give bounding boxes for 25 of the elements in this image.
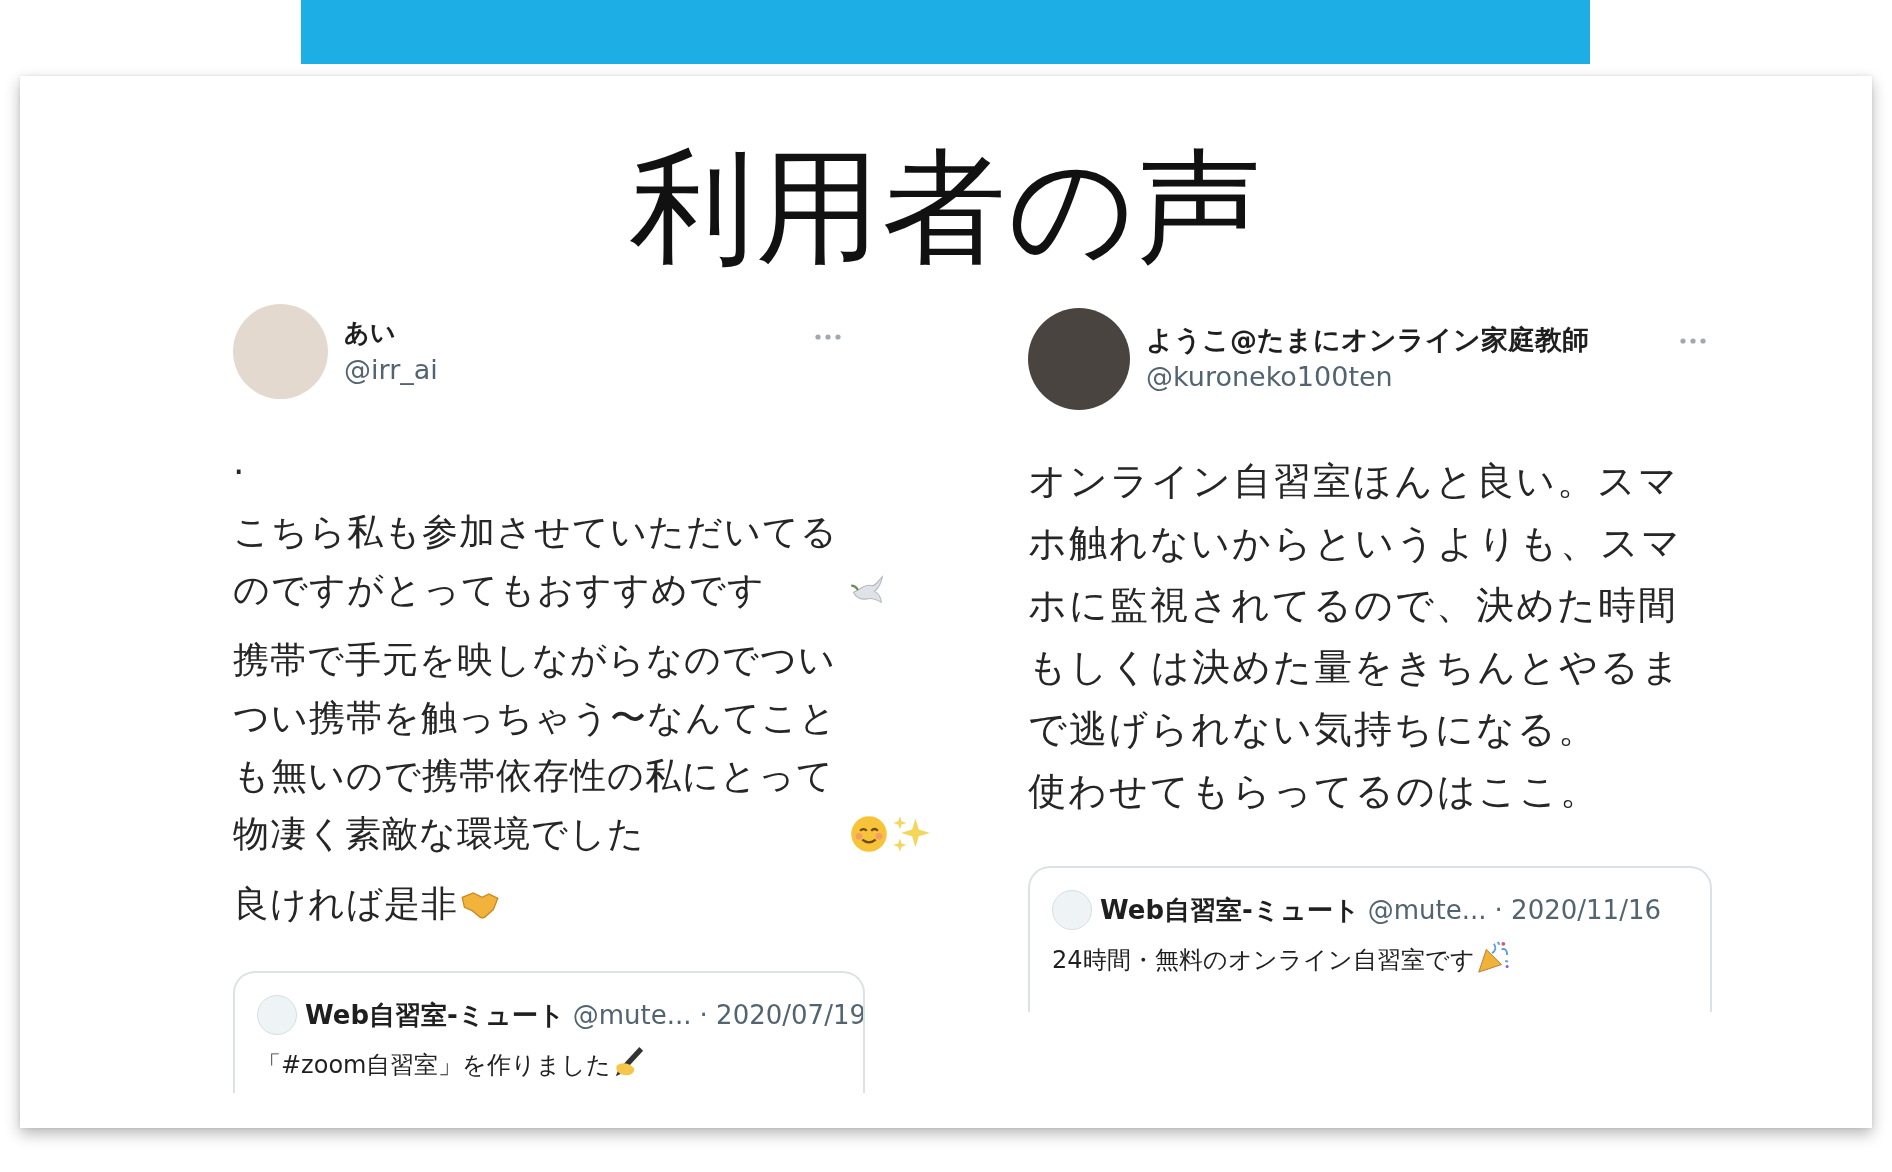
- author-name: Web自習室-ミュート: [1100, 893, 1360, 927]
- author-name: Web自習室-ミュート: [305, 998, 565, 1032]
- tweet-text: こちら私も参加させていただいてるのですがとってもおすすめです: [233, 510, 839, 612]
- author-name[interactable]: ようこ@たまにオンライン家庭教師: [1146, 323, 1589, 357]
- quoted-tweet-text: 「#zoom自習室」を作りました: [257, 1051, 612, 1079]
- tweet-text: オンライン自習室ほんと良い。スマホ触れないからというよりも、スマホに監視されてるので、決めた時間もしくは決めた量をきちんとやるまで逃げられない気持ちになる。: [1028, 458, 1683, 753]
- author-handle[interactable]: @irr_ai: [344, 351, 438, 388]
- tweet-date: · 2020/11/16: [1494, 895, 1661, 925]
- tweet-text: 携帯で手元を映しながらなのでついつい携帯を触っちゃう〜なんてことも無いので携帯依存性の私にとって物凄く素敵な環境でした: [233, 638, 838, 856]
- avatar: [257, 995, 297, 1035]
- quoted-tweet-card[interactable]: Web自習室-ミュート @mute... · 2020/11/16 24時間・無料のオンライン自習室です: [1028, 866, 1712, 1012]
- quoted-tweet-text: 24時間・無料のオンライン自習室です: [1052, 946, 1475, 974]
- tweet-text: 使わせてもらってるのはここ。: [1028, 768, 1600, 815]
- smiling-face-icon: [849, 814, 889, 854]
- author-handle: @mute...: [1367, 895, 1487, 925]
- author-name[interactable]: あい: [344, 315, 438, 350]
- more-icon[interactable]: [1680, 338, 1706, 344]
- more-icon[interactable]: [815, 334, 841, 340]
- avatar: [1052, 890, 1092, 930]
- tweet-text: .: [233, 440, 246, 484]
- sparkles-icon: [891, 814, 931, 854]
- page-title: 利用者の声: [628, 134, 1264, 281]
- tweet-text: 良ければ是非: [233, 882, 458, 926]
- author-handle: @mute...: [572, 1000, 692, 1030]
- author-handle[interactable]: @kuroneko100ten: [1146, 359, 1589, 395]
